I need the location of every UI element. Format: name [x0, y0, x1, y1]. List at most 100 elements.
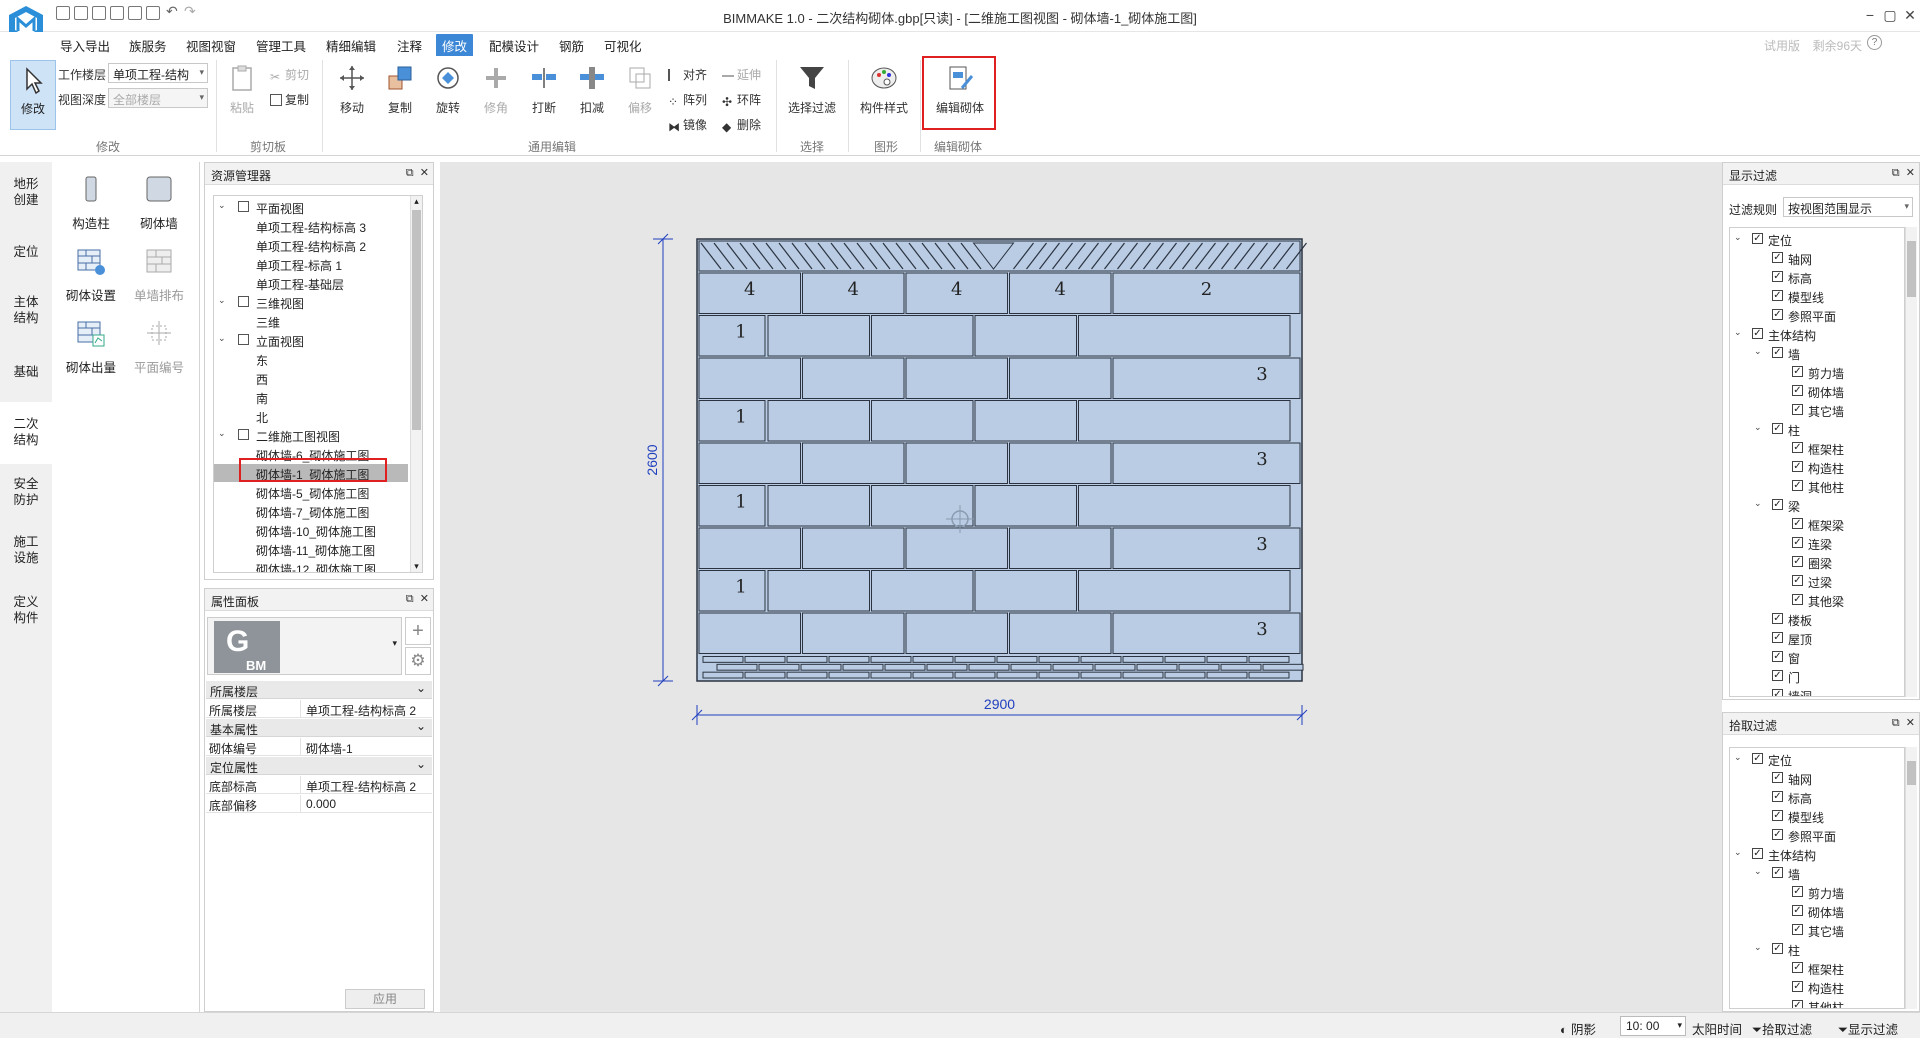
offset-button[interactable]: 偏移: [622, 64, 658, 116]
chevron-down-icon[interactable]: ⌄: [218, 428, 226, 439]
tree-item[interactable]: 砌体墙-5_砌体施工图: [214, 483, 408, 501]
checkbox-checked-icon[interactable]: ✓: [1792, 594, 1803, 605]
chevron-down-icon[interactable]: ⌄: [416, 681, 426, 695]
copy-button[interactable]: 复制: [382, 64, 418, 116]
select-filter-button[interactable]: 选择过滤: [786, 64, 838, 116]
property-row[interactable]: 砌体编号 砌体墙-1: [206, 738, 432, 756]
filter-item[interactable]: ✓ 门: [1730, 667, 1904, 685]
tab-family-service[interactable]: 族服务: [129, 36, 167, 55]
checkbox-checked-icon[interactable]: ✓: [1792, 518, 1803, 529]
filter-item[interactable]: ✓ 标高: [1730, 788, 1904, 806]
component-type-selector[interactable]: G BM ▾: [207, 617, 402, 675]
property-value[interactable]: 砌体墙-1: [306, 740, 353, 757]
tree-item[interactable]: 砌体墙-12_砌体施工图: [214, 559, 408, 572]
nav-positioning[interactable]: 定位: [0, 244, 52, 260]
checkbox-checked-icon[interactable]: ✓: [1752, 233, 1763, 244]
filter-item[interactable]: ✓ 剪力墙: [1730, 883, 1904, 901]
tab-rebar[interactable]: 钢筋: [559, 36, 584, 55]
ring-array-button[interactable]: ✣ 环阵: [722, 91, 761, 109]
checkbox-checked-icon[interactable]: ✓: [1792, 537, 1803, 548]
close-panel-icon[interactable]: ✕: [1906, 167, 1915, 179]
cut-button[interactable]: ✂ 剪切: [270, 66, 309, 84]
filter-item[interactable]: ✓ 墙洞: [1730, 686, 1904, 696]
view-depth-select[interactable]: 全部楼层 ▾: [108, 88, 208, 108]
tab-fine-edit[interactable]: 精细编辑: [326, 36, 376, 55]
tab-modify[interactable]: 修改: [436, 34, 474, 57]
chevron-down-icon[interactable]: ⌄: [1754, 422, 1762, 433]
modify-button[interactable]: 修改: [10, 60, 56, 130]
filter-item[interactable]: ✓ 框架柱: [1730, 439, 1904, 457]
chevron-down-icon[interactable]: ⌄: [1734, 327, 1742, 338]
checkbox-checked-icon[interactable]: ✓: [1752, 328, 1763, 339]
property-section-header[interactable]: 定位属性 ⌄: [206, 757, 432, 775]
align-button[interactable]: 对齐: [668, 66, 707, 83]
filter-item[interactable]: ✓ 砌体墙: [1730, 382, 1904, 400]
filter-item[interactable]: ✓ 轴网: [1730, 769, 1904, 787]
checkbox-checked-icon[interactable]: ✓: [1792, 981, 1803, 992]
checkbox-checked-icon[interactable]: ✓: [1772, 271, 1783, 282]
filter-item[interactable]: ✓ 构造柱: [1730, 978, 1904, 996]
filter-item[interactable]: ⌄ ✓ 墙: [1730, 864, 1904, 882]
filter-item[interactable]: ✓ 其他梁: [1730, 591, 1904, 609]
chevron-down-icon[interactable]: ⌄: [416, 757, 426, 771]
pin-icon[interactable]: ⧉: [1892, 167, 1900, 179]
nav-terrain[interactable]: 地形 创建: [0, 176, 52, 208]
apply-button[interactable]: 应用: [345, 989, 425, 1009]
masonry-settings-tool[interactable]: 砌体设置: [56, 246, 126, 304]
property-row[interactable]: 底部标高 单项工程-结构标高 2: [206, 776, 432, 794]
filter-item[interactable]: ✓ 其他柱: [1730, 997, 1904, 1008]
close-panel-icon[interactable]: ✕: [420, 593, 429, 605]
checkbox-checked-icon[interactable]: ✓: [1792, 480, 1803, 491]
shadow-toggle[interactable]: ◐ 阴影: [1560, 1019, 1596, 1038]
filter-item[interactable]: ✓ 轴网: [1730, 249, 1904, 267]
deduct-button[interactable]: 扣减: [574, 64, 610, 116]
filter-item[interactable]: ✓ 过梁: [1730, 572, 1904, 590]
paste-button[interactable]: 粘贴: [224, 64, 260, 116]
filter-item[interactable]: ⌄ ✓ 主体结构: [1730, 325, 1904, 343]
filter-item[interactable]: ✓ 参照平面: [1730, 826, 1904, 844]
checkbox-checked-icon[interactable]: ✓: [1792, 556, 1803, 567]
property-value[interactable]: 0.000: [306, 797, 336, 811]
chevron-down-icon[interactable]: ⌄: [1734, 232, 1742, 243]
help-icon[interactable]: ?: [1867, 35, 1882, 50]
chevron-down-icon[interactable]: ⌄: [218, 333, 226, 344]
checkbox-checked-icon[interactable]: ✓: [1792, 461, 1803, 472]
filter-item[interactable]: ✓ 构造柱: [1730, 458, 1904, 476]
filter-item[interactable]: ✓ 窗: [1730, 648, 1904, 666]
checkbox-checked-icon[interactable]: ✓: [1772, 613, 1783, 624]
tree-item[interactable]: 砌体墙-11_砌体施工图: [214, 540, 408, 558]
trim-button[interactable]: 修角: [478, 64, 514, 116]
single-wall-layout-tool[interactable]: 单墙排布: [124, 246, 194, 304]
checkbox-checked-icon[interactable]: ✓: [1772, 689, 1783, 696]
property-section-header[interactable]: 基本属性 ⌄: [206, 719, 432, 737]
tree-item[interactable]: 南: [214, 388, 408, 406]
tree-item[interactable]: 砌体墙-6_砌体施工图: [214, 445, 408, 463]
tab-import-export[interactable]: 导入导出: [60, 36, 110, 55]
chevron-down-icon[interactable]: ⌄: [1754, 498, 1762, 509]
filter-item[interactable]: ✓ 模型线: [1730, 287, 1904, 305]
pick-filter-scrollbar[interactable]: [1905, 747, 1917, 1009]
checkbox-checked-icon[interactable]: ✓: [1772, 867, 1783, 878]
checkbox-checked-icon[interactable]: ✓: [1792, 404, 1803, 415]
chevron-down-icon[interactable]: ⌄: [416, 719, 426, 733]
checkbox-checked-icon[interactable]: ✓: [1772, 309, 1783, 320]
checkbox-checked-icon[interactable]: ✓: [1792, 924, 1803, 935]
filter-item[interactable]: ✓ 其他柱: [1730, 477, 1904, 495]
property-row[interactable]: 所属楼层 单项工程-结构标高 2: [206, 700, 432, 718]
checkbox-checked-icon[interactable]: ✓: [1772, 791, 1783, 802]
tree-folder[interactable]: ⌄ 二维施工图视图: [214, 426, 408, 444]
tree-item[interactable]: 单项工程-结构标高 3: [214, 217, 408, 235]
tab-formwork-design[interactable]: 配模设计: [489, 36, 539, 55]
filter-item[interactable]: ✓ 楼板: [1730, 610, 1904, 628]
checkbox-checked-icon[interactable]: ✓: [1772, 290, 1783, 301]
property-value[interactable]: 单项工程-结构标高 2: [306, 778, 416, 795]
tree-scrollbar[interactable]: ▴ ▾: [410, 196, 422, 572]
mirror-button[interactable]: ⧓ 镜像: [668, 116, 707, 134]
checkbox-checked-icon[interactable]: ✓: [1792, 575, 1803, 586]
masonry-drawing[interactable]: 4 4 4 4 2 1 3 1 3 1 3 1 3 2900 2600: [440, 162, 1722, 1012]
nav-construction-facility[interactable]: 施工 设施: [0, 534, 52, 566]
checkbox-checked-icon[interactable]: ✓: [1772, 943, 1783, 954]
nav-define-component[interactable]: 定义 构件: [0, 594, 52, 626]
checkbox-checked-icon[interactable]: ✓: [1772, 252, 1783, 263]
filter-item[interactable]: ✓ 标高: [1730, 268, 1904, 286]
